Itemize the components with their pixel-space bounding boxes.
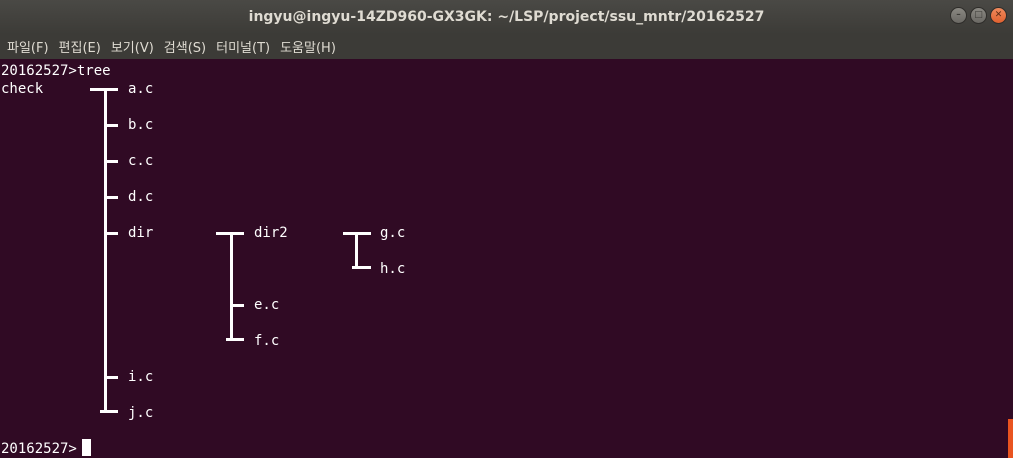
tree-connector — [104, 124, 118, 127]
tree-item: e.c — [254, 297, 280, 313]
menu-search[interactable]: 검색(S) — [159, 37, 211, 56]
tree-item: f.c — [254, 333, 280, 349]
maximize-icon[interactable]: □ — [970, 7, 987, 24]
tree-item: j.c — [128, 405, 154, 421]
menu-bar: 파일(F) 편집(E) 보기(V) 검색(S) 터미널(T) 도움말(H) — [0, 34, 1013, 59]
close-icon[interactable]: ✕ — [990, 7, 1007, 24]
tree-connector — [355, 232, 358, 268]
terminal-area[interactable]: 20162527>tree check a.c b.c c.c d.c dir … — [0, 59, 1013, 458]
command-line: 20162527>tree — [1, 63, 111, 79]
tree-item: g.c — [380, 225, 406, 241]
tree-connector — [104, 376, 118, 379]
tree-item: dir2 — [254, 225, 288, 241]
menu-terminal[interactable]: 터미널(T) — [211, 37, 275, 56]
menu-help[interactable]: 도움말(H) — [275, 37, 341, 56]
menu-edit[interactable]: 편집(E) — [54, 37, 106, 56]
tree-connector — [230, 304, 244, 307]
tree-connector — [100, 410, 118, 413]
tree-connector — [226, 338, 244, 341]
tree-connector — [104, 88, 107, 412]
tree-item: b.c — [128, 117, 154, 133]
window-title: ingyu@ingyu-14ZD960-GX3GK: ~/LSP/project… — [248, 9, 765, 25]
tree-connector — [104, 196, 118, 199]
tree-connector — [230, 232, 233, 340]
text-cursor — [82, 439, 91, 456]
tree-item: c.c — [128, 153, 154, 169]
menu-view[interactable]: 보기(V) — [106, 37, 159, 56]
tree-item: a.c — [128, 81, 154, 97]
tree-item: d.c — [128, 189, 154, 205]
tree-item: dir — [128, 225, 154, 241]
tree-connector — [104, 232, 118, 235]
tree-item: h.c — [380, 261, 406, 277]
menu-file[interactable]: 파일(F) — [2, 37, 54, 56]
tree-connector — [104, 160, 118, 163]
tree-connector — [352, 266, 371, 269]
scrollbar[interactable] — [1008, 419, 1013, 458]
minimize-icon[interactable]: – — [950, 7, 967, 24]
prompt-line: 20162527> — [1, 441, 77, 457]
window-controls: – □ ✕ — [950, 7, 1007, 24]
tree-root: check — [1, 81, 44, 97]
tree-item: i.c — [128, 369, 154, 385]
title-bar: ingyu@ingyu-14ZD960-GX3GK: ~/LSP/project… — [0, 0, 1013, 34]
